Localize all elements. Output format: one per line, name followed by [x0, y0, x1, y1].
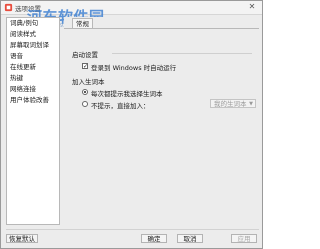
radio-direct-label: 不提示，直接加入：	[91, 102, 150, 110]
sidebar-item-voice[interactable]: 语音	[7, 51, 59, 62]
chevron-down-icon: ▼	[249, 101, 253, 107]
vocab-heading: 加入生词本	[72, 78, 105, 86]
title-bar: 选项设置 ✕	[1, 1, 262, 15]
close-icon[interactable]: ✕	[244, 2, 260, 12]
sidebar-item-user-experience[interactable]: 用户体验改善	[7, 95, 59, 106]
sidebar-item-online-update[interactable]: 在线更新	[7, 62, 59, 73]
autorun-checkbox[interactable]: ✓	[82, 63, 88, 70]
startup-heading: 启动设置	[72, 51, 98, 59]
radio-add-directly[interactable]	[82, 101, 88, 107]
window-title: 选项设置	[15, 5, 41, 13]
app-book-icon	[4, 3, 13, 12]
options-sidebar: 词典/例句 阅读样式 屏幕取词划译 语音 在线更新 热键 网络连接 用户体验改善	[6, 17, 60, 225]
apply-button[interactable]: 应用	[231, 234, 257, 243]
radio-selected-dot	[84, 91, 86, 93]
settings-panel: 常规 启动设置 ✓ 登录到 Windows 时自动运行 加入生词本 每次都提示我…	[64, 17, 259, 225]
radio-ask-label: 每次都提示我选择生词本	[91, 90, 163, 98]
ok-button[interactable]: 确定	[141, 234, 167, 243]
sidebar-item-screen-capture[interactable]: 屏幕取词划译	[7, 40, 59, 51]
restore-default-button[interactable]: 恢复默认	[6, 234, 38, 243]
sidebar-item-dictionary[interactable]: 词典/例句	[7, 18, 59, 29]
cancel-button[interactable]: 取消	[177, 234, 203, 243]
default-vocab-book-select[interactable]: 我的生词本 ▼	[210, 99, 256, 108]
radio-ask-each-time[interactable]	[82, 89, 88, 95]
autorun-label: 登录到 Windows 时自动运行	[91, 64, 177, 72]
sidebar-item-reading-style[interactable]: 阅读样式	[7, 29, 59, 40]
default-vocab-book-value: 我的生词本	[214, 100, 247, 108]
sidebar-item-hotkeys[interactable]: 热键	[7, 73, 59, 84]
options-dialog: 选项设置 ✕ 河东软件园 www.pc0359.cn 词典/例句 阅读样式 屏幕…	[0, 0, 263, 249]
tab-divider	[64, 28, 259, 29]
startup-divider	[112, 53, 252, 54]
sidebar-item-network[interactable]: 网络连接	[7, 84, 59, 95]
footer-divider	[6, 229, 259, 230]
